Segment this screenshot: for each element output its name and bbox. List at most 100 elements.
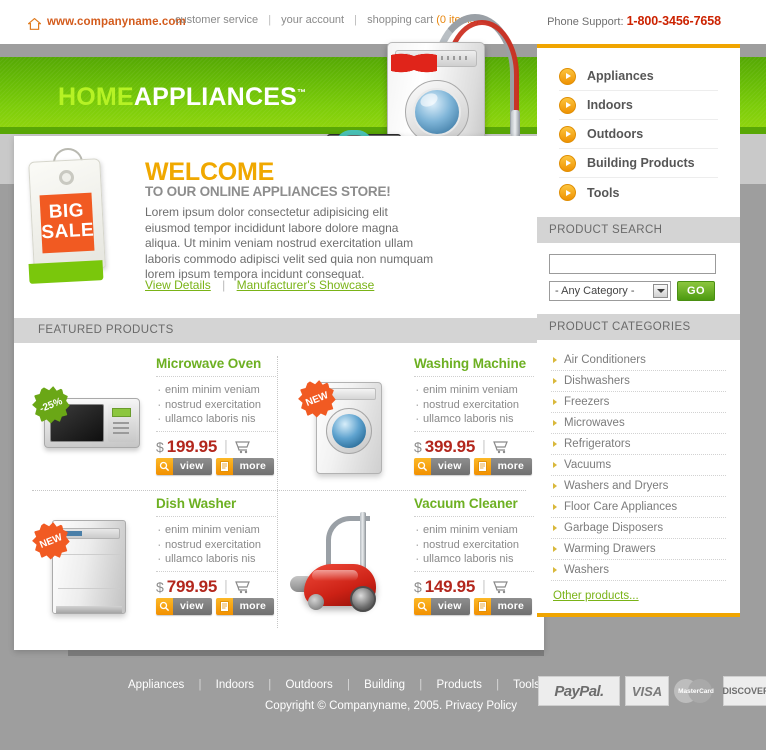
- footer-link-building[interactable]: Building: [364, 679, 405, 691]
- view-button[interactable]: view: [156, 458, 212, 475]
- footer-separator: |: [496, 679, 500, 691]
- category-select-value: - Any Category -: [555, 285, 635, 297]
- nav-item-appliances[interactable]: Appliances: [559, 62, 718, 91]
- category-select[interactable]: - Any Category -: [549, 281, 671, 301]
- view-button[interactable]: view: [414, 458, 470, 475]
- product-card[interactable]: -25% Microwave Oven enim minim veniam no…: [28, 354, 276, 490]
- product-image[interactable]: -25%: [30, 362, 154, 480]
- magnifier-icon: [414, 598, 431, 615]
- category-item-vacuums[interactable]: Vacuums: [551, 455, 726, 476]
- link-customer-service[interactable]: customer service: [175, 14, 258, 26]
- more-button-label: more: [490, 598, 533, 615]
- more-button[interactable]: more: [215, 598, 275, 615]
- chevron-right-icon: [559, 154, 576, 172]
- category-item-dishwashers[interactable]: Dishwashers: [551, 371, 726, 392]
- product-title[interactable]: Dish Washer: [156, 496, 276, 517]
- footer-link-outdoors[interactable]: Outdoors: [285, 679, 332, 691]
- product-title[interactable]: Vacuum Cleaner: [414, 496, 534, 517]
- view-button[interactable]: view: [156, 598, 212, 615]
- vacuum-highlight: [312, 570, 358, 581]
- product-price: 199.95: [166, 436, 218, 456]
- category-item-floor-care-appliances[interactable]: Floor Care Appliances: [551, 497, 726, 518]
- featured-products-heading: FEATURED PRODUCTS: [38, 324, 174, 336]
- magnifier-icon: [414, 458, 431, 475]
- footer-link-tools[interactable]: Tools: [513, 679, 540, 691]
- shopping-cart-icon[interactable]: [235, 580, 251, 594]
- view-button-label: view: [173, 458, 212, 475]
- home-icon: [26, 17, 43, 30]
- product-feature: nostrud exercitation: [156, 397, 276, 413]
- product-feature-list: enim minim veniam nostrud exercitation u…: [156, 522, 276, 567]
- nav-item-label: Tools: [587, 185, 620, 200]
- manufacturers-showcase-link[interactable]: Manufacturer's Showcase: [237, 278, 375, 292]
- category-item-label: Air Conditioners: [564, 354, 646, 366]
- footer-separator: |: [419, 679, 423, 691]
- more-button[interactable]: more: [473, 598, 533, 615]
- vacuum-wheel-large: [350, 586, 376, 612]
- category-item-freezers[interactable]: Freezers: [551, 392, 726, 413]
- product-card[interactable]: NEW Dish Washer enim minim veniam nostru…: [28, 494, 276, 630]
- product-feature: ullamco laboris nis: [156, 551, 276, 567]
- product-card[interactable]: Vacuum Cleaner enim minim veniam nostrud…: [286, 494, 534, 630]
- copyright-text: Copyright © Companyname, 2005. Privacy P…: [265, 700, 518, 712]
- product-feature: ullamco laboris nis: [414, 551, 534, 567]
- other-products-link[interactable]: Other products...: [553, 590, 724, 602]
- product-search-heading: PRODUCT SEARCH: [537, 217, 740, 243]
- category-item-label: Garbage Disposers: [564, 522, 664, 534]
- category-item-refrigerators[interactable]: Refrigerators: [551, 434, 726, 455]
- site-logo[interactable]: HOMEAPPLIANCES™: [58, 83, 306, 112]
- footer-links: Appliances | Indoors | Outdoors | Buildi…: [128, 679, 540, 691]
- category-item-air-conditioners[interactable]: Air Conditioners: [551, 350, 726, 371]
- price-divider: |: [482, 438, 486, 455]
- nav-item-outdoors[interactable]: Outdoors: [559, 120, 718, 149]
- footer-link-indoors[interactable]: Indoors: [216, 679, 254, 691]
- logo-trademark: ™: [296, 87, 307, 98]
- product-card[interactable]: NEW Washing Machine enim minim veniam no…: [286, 354, 534, 490]
- currency-symbol: $: [414, 578, 422, 595]
- product-feature-list: enim minim veniam nostrud exercitation u…: [414, 382, 534, 427]
- site-url[interactable]: www.companyname.com: [47, 16, 186, 28]
- page-root: www.companyname.com customer service | y…: [0, 0, 766, 750]
- product-image[interactable]: NEW: [30, 502, 154, 620]
- more-button-label: more: [232, 598, 275, 615]
- shopping-cart-icon[interactable]: [493, 440, 509, 454]
- view-details-link[interactable]: View Details: [145, 278, 211, 292]
- sidebar-bottom-rule: [537, 613, 740, 617]
- product-info: Dish Washer enim minim veniam nostrud ex…: [156, 496, 276, 597]
- microwave-display: [112, 408, 131, 417]
- product-price: 149.95: [424, 576, 476, 596]
- more-button[interactable]: more: [215, 458, 275, 475]
- shopping-cart-icon[interactable]: [493, 580, 509, 594]
- footer-link-products[interactable]: Products: [436, 679, 481, 691]
- nav-item-tools[interactable]: Tools: [559, 178, 718, 207]
- shopping-cart-icon[interactable]: [235, 440, 251, 454]
- product-image[interactable]: NEW: [288, 362, 412, 480]
- product-title[interactable]: Washing Machine: [414, 356, 534, 377]
- view-button[interactable]: view: [414, 598, 470, 615]
- more-button[interactable]: more: [473, 458, 533, 475]
- category-item-microwaves[interactable]: Microwaves: [551, 413, 726, 434]
- product-info: Microwave Oven enim minim veniam nostrud…: [156, 356, 276, 457]
- footer-link-appliances[interactable]: Appliances: [128, 679, 184, 691]
- nav-item-indoors[interactable]: Indoors: [559, 91, 718, 120]
- category-item-garbage-disposers[interactable]: Garbage Disposers: [551, 518, 726, 539]
- category-item-label: Microwaves: [564, 417, 625, 429]
- product-title[interactable]: Microwave Oven: [156, 356, 276, 377]
- product-feature: nostrud exercitation: [156, 537, 276, 553]
- main-navigation: Appliances Indoors Outdoors Building Pro…: [537, 48, 740, 217]
- discover-logo: DISCOVER: [723, 676, 766, 706]
- vacuum-cleaner-image: [288, 502, 412, 620]
- product-image[interactable]: [288, 502, 412, 620]
- product-action-buttons: view more: [156, 598, 275, 615]
- payment-methods: PayPal. VISA MasterCard DISCOVER: [538, 676, 766, 706]
- link-separator-1: |: [268, 14, 272, 26]
- category-item-washers-and-dryers[interactable]: Washers and Dryers: [551, 476, 726, 497]
- document-icon: [215, 598, 233, 615]
- nav-item-building-products[interactable]: Building Products: [559, 149, 718, 178]
- category-item-washers[interactable]: Washers: [551, 560, 726, 581]
- search-go-button[interactable]: GO: [677, 281, 715, 301]
- category-item-label: Freezers: [564, 396, 610, 408]
- search-input[interactable]: [549, 254, 716, 274]
- visa-logo: VISA: [625, 676, 669, 706]
- category-item-warming-drawers[interactable]: Warming Drawers: [551, 539, 726, 560]
